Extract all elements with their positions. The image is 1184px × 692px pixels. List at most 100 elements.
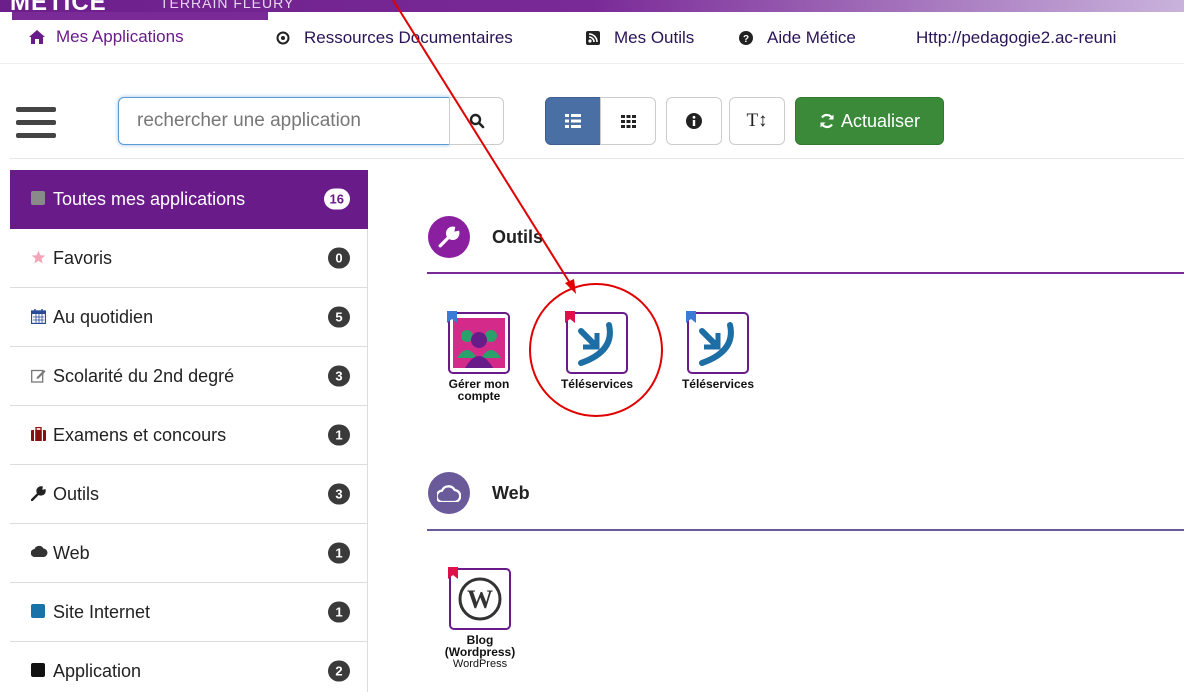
app-window: MÉTICE TERRAIN FLEURY Mes Applications R… bbox=[0, 0, 1184, 692]
sidebar-item-favoris[interactable]: Favoris 0 bbox=[10, 229, 368, 288]
wrench-icon bbox=[428, 216, 470, 258]
sidebar-item-label: Favoris bbox=[53, 247, 113, 268]
list-icon bbox=[565, 114, 581, 128]
square-icon bbox=[31, 663, 47, 679]
tab-mes-outils[interactable]: Mes Outils bbox=[586, 12, 694, 64]
tab-aide-metice[interactable]: ? Aide Métice bbox=[739, 12, 856, 64]
rss-icon bbox=[586, 31, 606, 45]
main-nav: Mes Applications Ressources Documentaire… bbox=[0, 12, 1184, 64]
list-view-button[interactable] bbox=[545, 97, 601, 145]
text-size-button[interactable]: T↕ bbox=[729, 97, 785, 145]
app-teleservices-2[interactable]: Téléservices bbox=[668, 311, 768, 391]
app-blog-wordpress[interactable]: W Blog (Wordpress) WordPress bbox=[430, 567, 530, 670]
bookmark-flag-icon bbox=[686, 311, 696, 323]
count-badge: 0 bbox=[328, 247, 350, 269]
refresh-label: Actualiser bbox=[840, 110, 921, 131]
tab-label: Mes Applications bbox=[56, 27, 184, 46]
briefcase-icon bbox=[31, 427, 47, 443]
square-icon bbox=[31, 604, 47, 620]
category-sidebar: Toutes mes applications 16 Favoris 0 Au … bbox=[10, 170, 368, 692]
info-icon bbox=[686, 113, 702, 129]
app-tile bbox=[447, 311, 510, 374]
teleservices-logo-icon bbox=[573, 319, 621, 367]
tab-ressources-documentaires[interactable]: Ressources Documentaires bbox=[276, 12, 513, 64]
refresh-icon bbox=[819, 113, 835, 129]
grid-view-button[interactable] bbox=[600, 97, 656, 145]
brand-logo: MÉTICE bbox=[10, 0, 107, 12]
grid-icon bbox=[620, 114, 636, 128]
star-icon bbox=[31, 250, 47, 266]
portal-header: MÉTICE TERRAIN FLEURY bbox=[0, 0, 1184, 12]
section-title: Web bbox=[492, 482, 530, 503]
circle-dot-icon bbox=[276, 31, 296, 45]
app-tile: W bbox=[448, 567, 511, 630]
wordpress-icon: W bbox=[458, 577, 502, 621]
sidebar-item-web[interactable]: Web 1 bbox=[10, 524, 368, 583]
sidebar-item-label: Toutes mes applications bbox=[53, 188, 246, 209]
app-name-line2: compte bbox=[457, 389, 501, 403]
square-icon bbox=[31, 191, 47, 207]
text-size-icon: T↕ bbox=[746, 110, 768, 131]
question-icon: ? bbox=[739, 31, 759, 45]
tab-label: Mes Outils bbox=[614, 28, 695, 47]
section-title: Outils bbox=[492, 226, 544, 247]
app-name: Téléservices bbox=[681, 377, 755, 391]
app-teleservices-1[interactable]: Téléservices bbox=[547, 311, 647, 391]
app-name-line2: (Wordpress) bbox=[444, 645, 516, 659]
section-divider bbox=[427, 529, 1184, 531]
sidebar-item-outils[interactable]: Outils 3 bbox=[10, 465, 368, 524]
wrench-icon bbox=[31, 486, 47, 502]
sidebar-item-label: Examens et concours bbox=[53, 424, 227, 445]
svg-text:W: W bbox=[467, 585, 493, 614]
count-badge: 1 bbox=[328, 424, 350, 446]
app-name: Téléservices bbox=[560, 377, 634, 391]
app-gerer-mon-compte[interactable]: Gérer mon compte bbox=[429, 311, 529, 403]
sidebar-item-scolarite[interactable]: Scolarité du 2nd degré 3 bbox=[10, 347, 368, 406]
sidebar-item-toutes[interactable]: Toutes mes applications 16 bbox=[10, 170, 368, 229]
sidebar-item-label: Scolarité du 2nd degré bbox=[53, 365, 235, 386]
sidebar-item-au-quotidien[interactable]: Au quotidien 5 bbox=[10, 288, 368, 347]
sidebar-item-label: Application bbox=[53, 660, 142, 681]
sidebar-item-examens[interactable]: Examens et concours 1 bbox=[10, 406, 368, 465]
count-badge: 3 bbox=[328, 365, 350, 387]
cloud-icon bbox=[31, 545, 48, 561]
app-tile bbox=[565, 311, 628, 374]
bookmark-flag-icon bbox=[447, 311, 457, 323]
tab-pedagogie-link[interactable]: Http://pedagogie2.ac-reuni bbox=[916, 12, 1116, 64]
count-badge: 2 bbox=[328, 660, 350, 682]
count-badge: 1 bbox=[328, 601, 350, 623]
search-input[interactable] bbox=[118, 97, 450, 145]
count-badge: 5 bbox=[328, 306, 350, 328]
sidebar-item-label: Site Internet bbox=[53, 601, 151, 622]
users-icon bbox=[453, 318, 505, 368]
tab-label: Ressources Documentaires bbox=[304, 28, 513, 47]
section-divider bbox=[427, 272, 1184, 274]
count-badge: 3 bbox=[328, 483, 350, 505]
app-tile bbox=[686, 311, 749, 374]
tab-label: Aide Métice bbox=[767, 28, 856, 47]
tab-mes-applications[interactable]: Mes Applications bbox=[12, 12, 268, 62]
info-button[interactable] bbox=[666, 97, 722, 145]
app-subtitle: WordPress bbox=[452, 658, 508, 670]
divider bbox=[10, 158, 1184, 159]
refresh-button[interactable]: Actualiser bbox=[795, 97, 944, 145]
bookmark-flag-icon bbox=[448, 567, 458, 579]
sidebar-item-site-internet[interactable]: Site Internet 1 bbox=[10, 583, 368, 642]
sidebar-item-label: Web bbox=[53, 542, 90, 563]
sidebar-item-label: Au quotidien bbox=[53, 306, 154, 327]
calendar-icon bbox=[31, 309, 47, 325]
edit-icon bbox=[31, 368, 47, 384]
teleservices-logo-icon bbox=[694, 319, 742, 367]
school-name: TERRAIN FLEURY bbox=[160, 0, 295, 11]
menu-toggle-icon[interactable] bbox=[16, 107, 56, 147]
sidebar-item-application[interactable]: Application 2 bbox=[10, 642, 368, 692]
section-header-web: Web bbox=[428, 472, 530, 514]
section-header-outils: Outils bbox=[428, 216, 543, 258]
count-badge: 1 bbox=[328, 542, 350, 564]
sidebar-item-label: Outils bbox=[53, 483, 100, 504]
search-button[interactable] bbox=[449, 97, 504, 145]
annotation-arrowhead bbox=[565, 279, 576, 294]
search-icon bbox=[469, 113, 485, 129]
count-badge: 16 bbox=[323, 188, 350, 210]
cloud-icon bbox=[428, 472, 470, 514]
